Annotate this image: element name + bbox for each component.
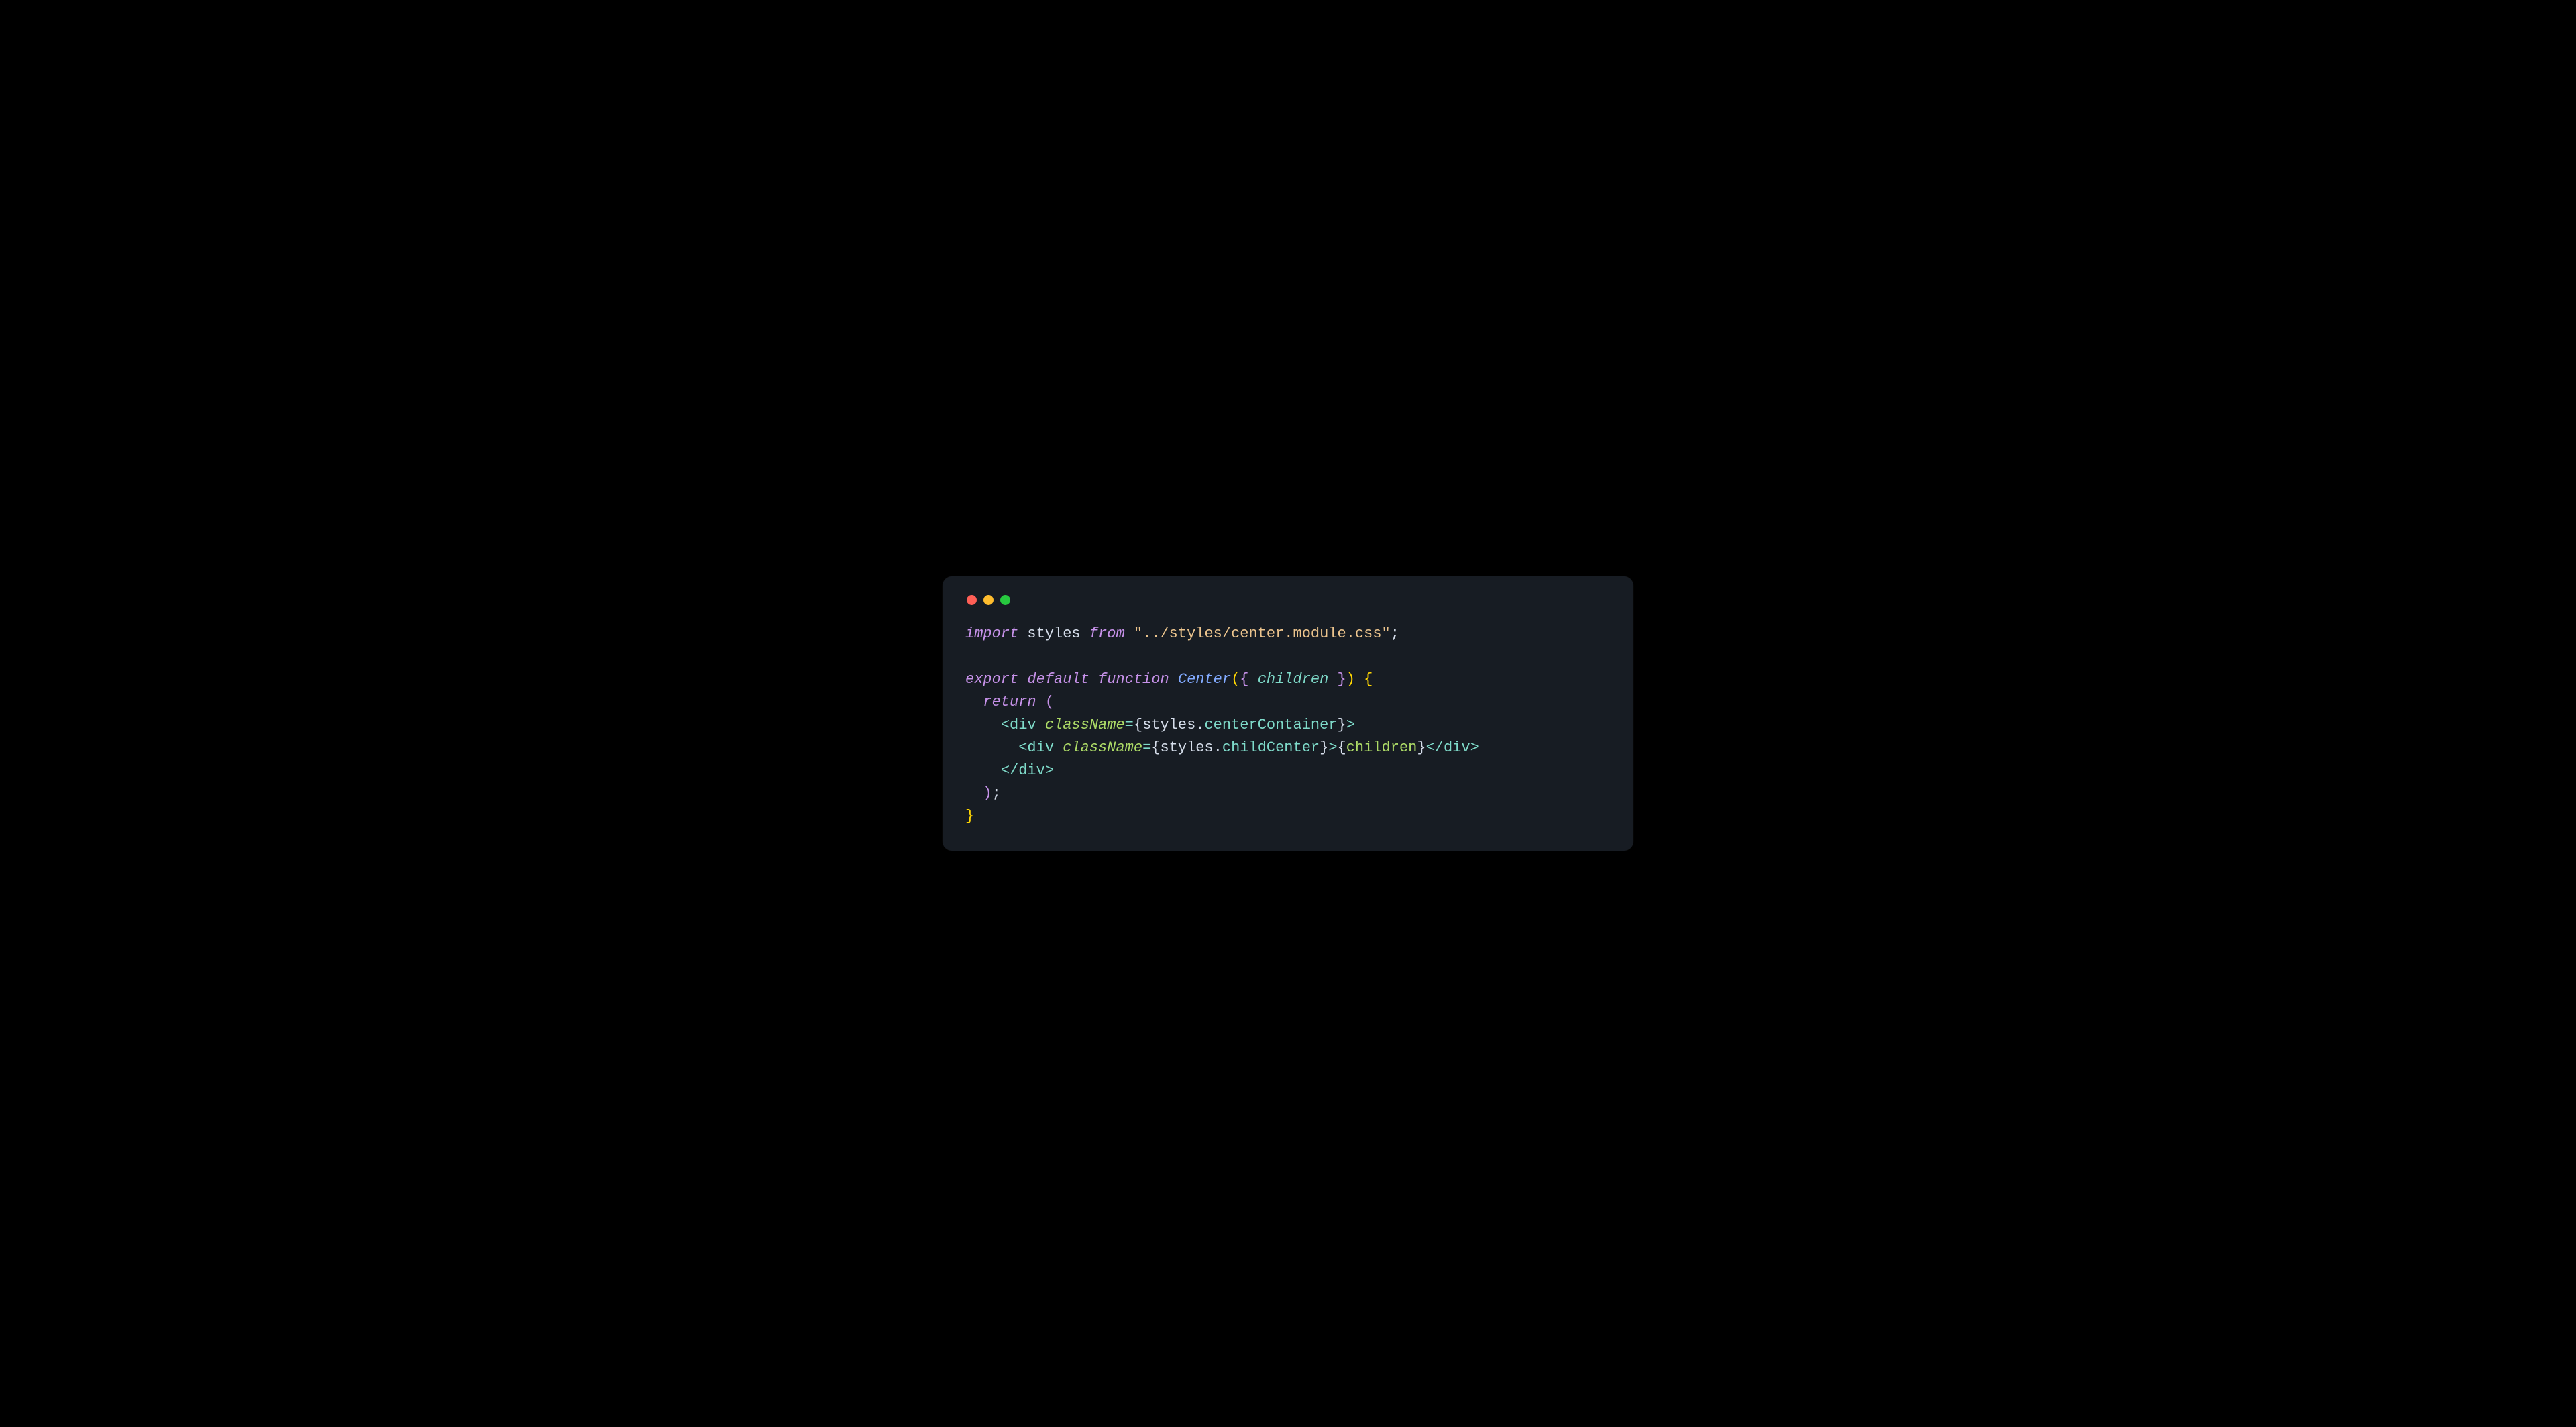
param-children: children (1258, 671, 1329, 688)
zoom-icon[interactable] (1000, 595, 1010, 605)
brace-open: { (1240, 671, 1248, 688)
paren-close: ) (983, 785, 991, 802)
code-window: import styles from "../styles/center.mod… (943, 576, 1633, 851)
keyword-from: from (1089, 625, 1125, 642)
angle-open: < (1001, 762, 1010, 779)
brace-close: } (1338, 671, 1346, 688)
angle-close: > (1045, 762, 1054, 779)
string-quote: " (1134, 625, 1142, 642)
indent (965, 762, 1001, 779)
function-name: Center (1178, 671, 1231, 688)
paren-close: ) (1346, 671, 1355, 688)
brace-open: { (1338, 739, 1346, 756)
tag-div: div (1010, 717, 1036, 733)
semicolon: ; (992, 785, 1001, 802)
slash: / (1435, 739, 1444, 756)
close-icon[interactable] (967, 595, 977, 605)
property: centerContainer (1204, 717, 1337, 733)
paren-open: ( (1231, 671, 1240, 688)
angle-close: > (1470, 739, 1479, 756)
keyword-function: function (1098, 671, 1169, 688)
brace-close: } (1338, 717, 1346, 733)
dot: . (1214, 739, 1222, 756)
angle-open: < (1426, 739, 1435, 756)
minimize-icon[interactable] (983, 595, 994, 605)
keyword-import: import (965, 625, 1018, 642)
brace-open: { (1151, 739, 1160, 756)
keyword-default: default (1027, 671, 1089, 688)
traffic-lights (967, 595, 1611, 605)
indent (965, 694, 983, 710)
identifier: styles (1160, 739, 1213, 756)
string-quote: " (1382, 625, 1391, 642)
brace-close: } (1320, 739, 1328, 756)
property: childCenter (1222, 739, 1320, 756)
viewport: import styles from "../styles/center.mod… (0, 0, 2576, 1427)
brace-close: } (965, 808, 974, 825)
semicolon: ; (1391, 625, 1399, 642)
attr-classname: className (1045, 717, 1125, 733)
indent (965, 717, 1001, 733)
identifier: styles (1142, 717, 1195, 733)
dot: . (1195, 717, 1204, 733)
slash: / (1010, 762, 1018, 779)
angle-open: < (1018, 739, 1027, 756)
jsx-expression: children (1346, 739, 1417, 756)
code-snippet: import styles from "../styles/center.mod… (965, 623, 1611, 829)
angle-close: > (1328, 739, 1337, 756)
tag-div: div (1444, 739, 1470, 756)
paren-open: ( (1045, 694, 1054, 710)
brace-close: } (1417, 739, 1426, 756)
indent (965, 739, 1018, 756)
keyword-export: export (965, 671, 1018, 688)
string-literal: ../styles/center.module.css (1142, 625, 1381, 642)
equals: = (1142, 739, 1151, 756)
tag-div: div (1027, 739, 1054, 756)
brace-open: { (1134, 717, 1142, 733)
equals: = (1125, 717, 1134, 733)
tag-div: div (1018, 762, 1045, 779)
attr-classname: className (1063, 739, 1142, 756)
indent (965, 785, 983, 802)
brace-open: { (1364, 671, 1373, 688)
identifier: styles (1027, 625, 1080, 642)
keyword-return: return (983, 694, 1036, 710)
angle-close: > (1346, 717, 1355, 733)
angle-open: < (1001, 717, 1010, 733)
